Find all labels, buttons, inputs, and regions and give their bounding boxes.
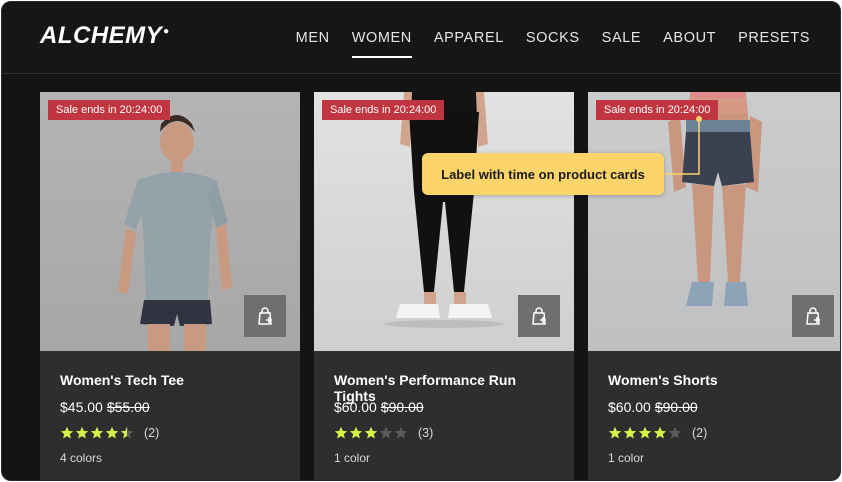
star-icon <box>120 426 134 439</box>
product-info: Women's Performance Run Tights $60.00 $90… <box>334 372 558 465</box>
bag-plus-icon <box>532 307 546 325</box>
add-to-cart-button[interactable] <box>518 295 560 337</box>
product-rating: (3) <box>334 425 558 441</box>
product-name[interactable]: Women's Tech Tee <box>60 372 284 390</box>
review-count[interactable]: (2) <box>144 426 159 440</box>
main-nav: MEN WOMEN APPAREL SOCKS SALE ABOUT PRESE… <box>296 2 810 74</box>
star-icon <box>334 426 348 439</box>
site-header: ALCHEMY● MEN WOMEN APPAREL SOCKS SALE AB… <box>2 2 840 74</box>
product-card[interactable]: Sale ends in 20:24:00 Women's Shorts $60… <box>588 92 840 480</box>
star-icon <box>394 426 408 439</box>
color-count: 1 color <box>608 451 645 465</box>
star-icon <box>379 426 393 439</box>
original-price: $90.00 <box>380 399 424 415</box>
add-to-cart-button[interactable] <box>244 295 286 337</box>
annotation-callout: Label with time on product cards <box>422 153 664 195</box>
product-image[interactable]: Sale ends in 20:24:00 <box>588 92 840 351</box>
product-price: $45.00 $55.00 <box>60 399 284 417</box>
product-price: $60.00 $90.00 <box>334 399 558 417</box>
star-icon <box>60 426 74 439</box>
star-rating <box>60 426 134 440</box>
product-card[interactable]: Sale ends in 20:24:00 Women's Performanc… <box>314 92 574 480</box>
review-count[interactable]: (3) <box>418 426 433 440</box>
nav-item-apparel[interactable]: APPAREL <box>434 24 504 52</box>
star-icon <box>105 426 119 439</box>
color-count: 4 colors <box>60 451 103 465</box>
product-image[interactable]: Sale ends in 20:24:00 <box>40 92 300 351</box>
sale-price: $45.00 <box>60 399 103 415</box>
star-icon <box>668 426 682 439</box>
nav-item-about[interactable]: ABOUT <box>663 24 716 52</box>
sale-countdown-badge: Sale ends in 20:24:00 <box>322 100 445 120</box>
sale-countdown-badge: Sale ends in 20:24:00 <box>596 100 719 120</box>
brand-logo[interactable]: ALCHEMY● <box>40 22 170 50</box>
product-image[interactable]: Sale ends in 20:24:00 <box>314 92 574 351</box>
product-price: $60.00 $90.00 <box>608 399 832 417</box>
star-icon <box>653 426 667 439</box>
star-icon <box>608 426 622 439</box>
bag-plus-icon <box>806 307 820 325</box>
product-rating: (2) <box>60 425 284 441</box>
storefront-window: ALCHEMY● MEN WOMEN APPAREL SOCKS SALE AB… <box>1 1 841 481</box>
logo-text: ALCHEMY <box>40 22 163 49</box>
sale-price: $60.00 <box>608 399 651 415</box>
star-icon <box>349 426 363 439</box>
star-icon <box>90 426 104 439</box>
star-icon <box>364 426 378 439</box>
product-card[interactable]: Sale ends in 20:24:00 Women's Tech Tee $… <box>40 92 300 480</box>
product-info: Women's Shorts $60.00 $90.00 (2) 1 color <box>608 372 832 465</box>
bag-plus-icon <box>258 307 272 325</box>
add-to-cart-button[interactable] <box>792 295 834 337</box>
star-rating <box>608 426 682 440</box>
sale-countdown-badge: Sale ends in 20:24:00 <box>48 100 171 120</box>
nav-item-men[interactable]: MEN <box>296 24 330 52</box>
product-name[interactable]: Women's Performance Run Tights <box>334 372 558 404</box>
nav-item-socks[interactable]: SOCKS <box>526 24 580 52</box>
nav-item-sale[interactable]: SALE <box>602 24 641 52</box>
star-icon <box>623 426 637 439</box>
star-icon <box>638 426 652 439</box>
nav-item-presets[interactable]: PRESETS <box>738 24 810 52</box>
star-rating <box>334 426 408 440</box>
logo-dot: ● <box>163 26 170 37</box>
star-icon <box>75 426 89 439</box>
product-name[interactable]: Women's Shorts <box>608 372 832 390</box>
sale-price: $60.00 <box>334 399 377 415</box>
original-price: $90.00 <box>654 399 698 415</box>
original-price: $55.00 <box>106 399 150 415</box>
product-info: Women's Tech Tee $45.00 $55.00 (2) 4 colo… <box>60 372 284 465</box>
nav-item-women[interactable]: WOMEN <box>351 24 413 58</box>
product-rating: (2) <box>608 425 832 441</box>
review-count[interactable]: (2) <box>692 426 707 440</box>
color-count: 1 color <box>334 451 371 465</box>
